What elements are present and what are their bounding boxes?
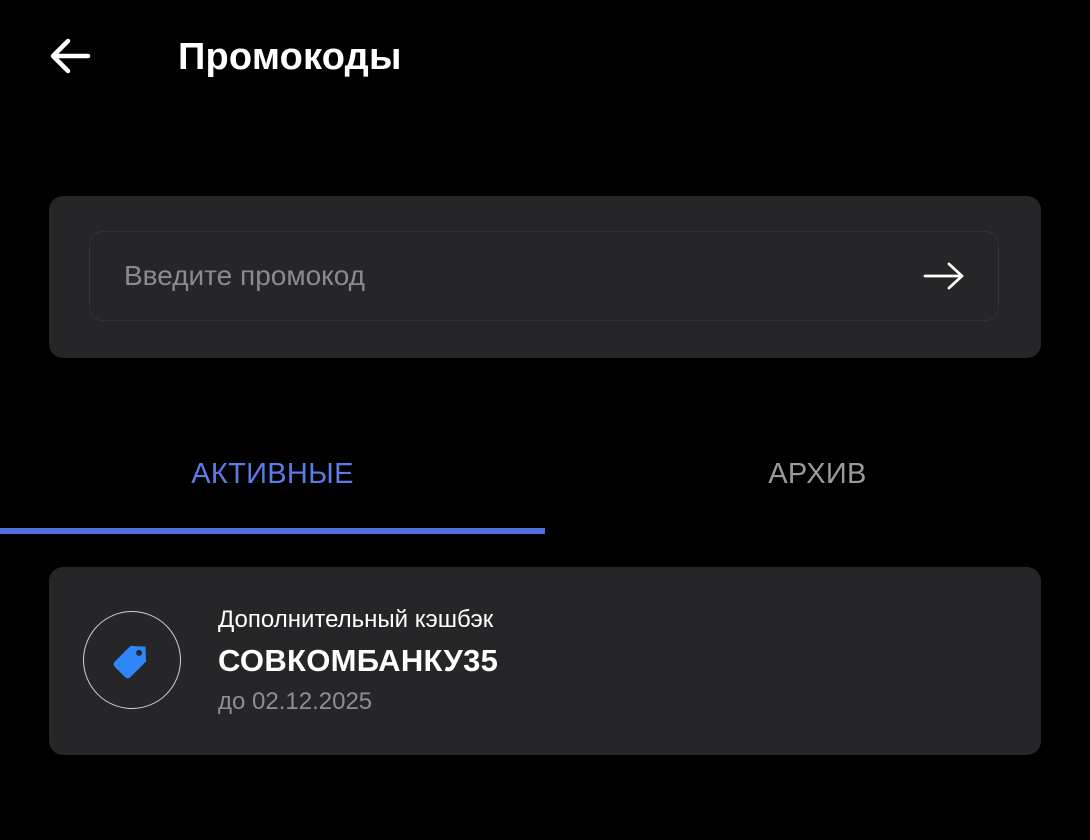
back-button[interactable] [40, 28, 100, 84]
promocode-expiry: до 02.12.2025 [218, 688, 373, 715]
submit-promo-button[interactable] [916, 252, 972, 300]
promocodes-screen: Промокоды АКТИВНЫЕ АРХИВ [0, 0, 1090, 840]
arrow-right-icon [923, 262, 964, 290]
tab-archive[interactable]: АРХИВ [545, 430, 1090, 535]
price-tag-icon [113, 645, 147, 679]
promo-entry-panel [49, 196, 1041, 358]
promocode-subtitle: Дополнительный кэшбэк [218, 606, 494, 633]
promo-code-input[interactable] [90, 232, 910, 320]
page-title: Промокоды [178, 36, 402, 78]
tab-bar: АКТИВНЫЕ АРХИВ [0, 430, 1090, 535]
promocode-card[interactable]: Дополнительный кэшбэк СОВКОМБАНКУ35 до 0… [49, 567, 1041, 755]
tab-indicator [0, 528, 545, 534]
promo-badge [83, 611, 181, 709]
tab-active[interactable]: АКТИВНЫЕ [0, 430, 545, 535]
arrow-left-icon [50, 38, 91, 74]
promocode-details: Дополнительный кэшбэк СОВКОМБАНКУ35 до 0… [218, 605, 498, 717]
header: Промокоды [0, 0, 1090, 115]
promocode-code: СОВКОМБАНКУ35 [218, 643, 499, 678]
tab-archive-label: АРХИВ [768, 458, 867, 490]
tab-active-label: АКТИВНЫЕ [191, 458, 354, 490]
promo-field [89, 231, 999, 321]
